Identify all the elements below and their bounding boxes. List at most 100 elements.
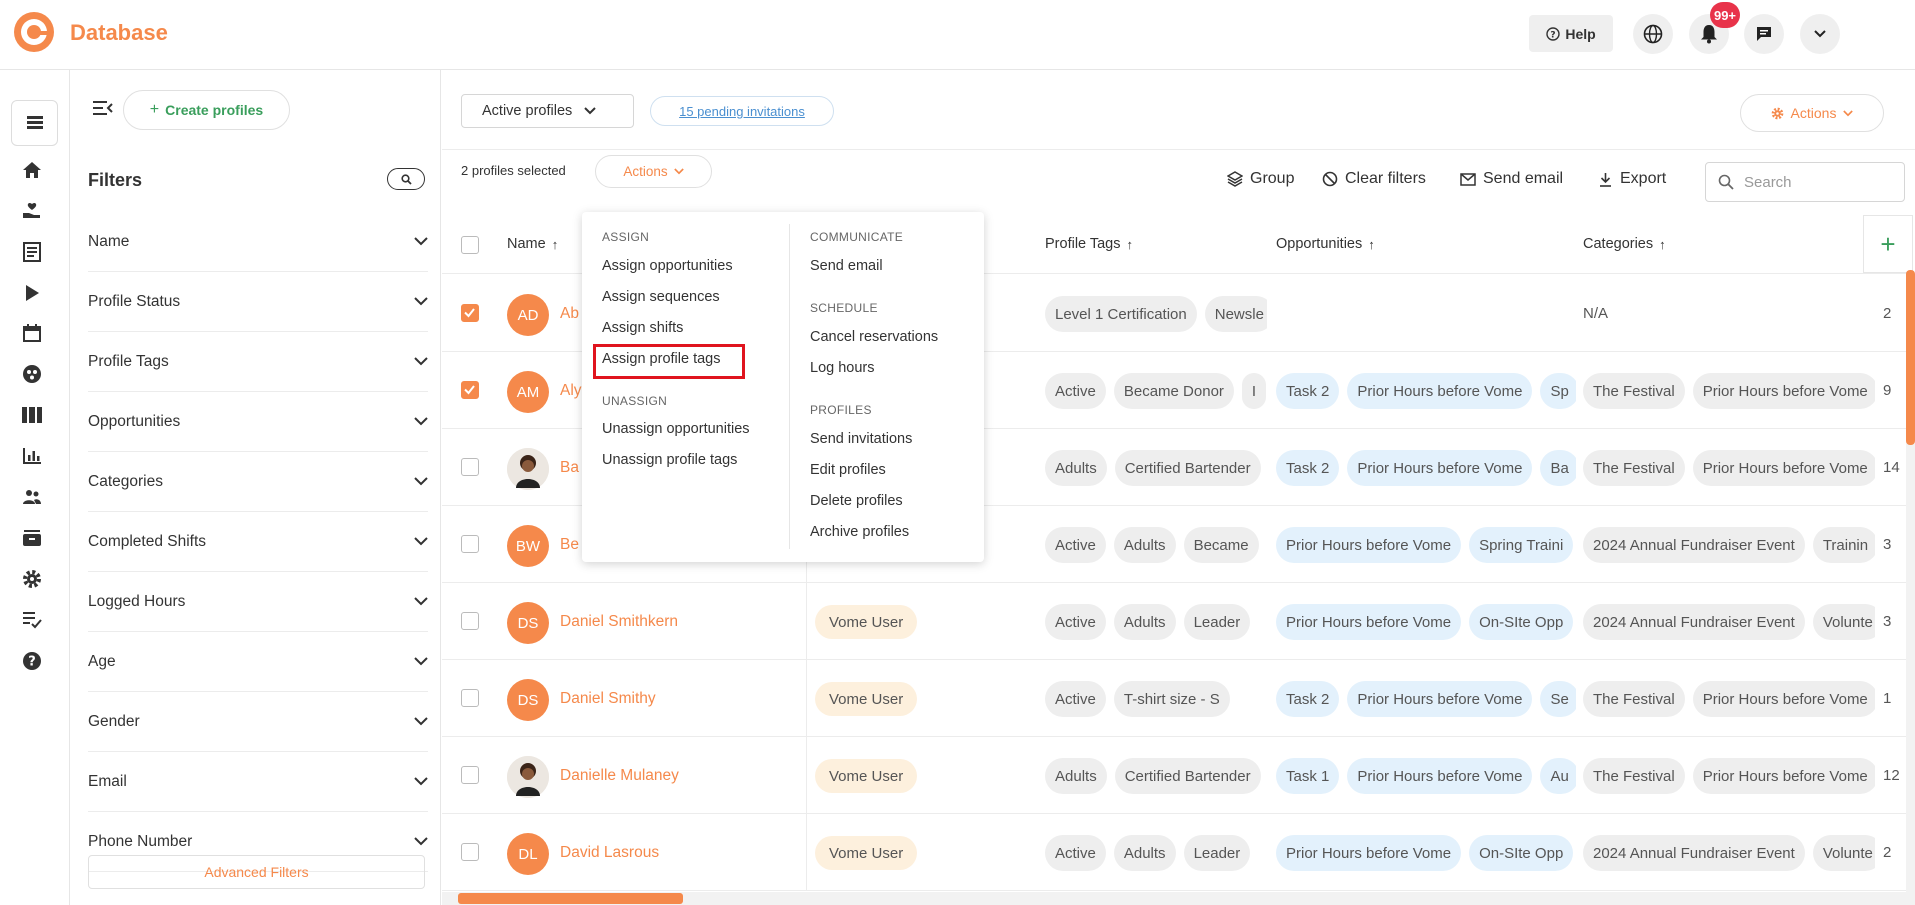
table-row[interactable]: DS Daniel Smithkern Vome User Active Adults L… bbox=[442, 583, 1915, 660]
profile-name-link[interactable]: Ab bbox=[560, 305, 579, 323]
profile-view-select[interactable]: Active profiles bbox=[461, 94, 634, 128]
help-circle-icon[interactable]: ? bbox=[20, 649, 44, 673]
menu-item-unassign-profile-tags[interactable]: Unassign profile tags bbox=[602, 452, 737, 468]
column-profile-tags-header[interactable]: Profile Tags ↑ bbox=[1045, 236, 1133, 252]
avatar[interactable]: BW bbox=[507, 525, 549, 567]
tag-pill: Active bbox=[1045, 604, 1106, 640]
board-icon[interactable] bbox=[20, 403, 44, 427]
export-button[interactable]: Export bbox=[1598, 170, 1666, 188]
hand-heart-icon[interactable] bbox=[20, 199, 44, 223]
filter-search-button[interactable] bbox=[387, 168, 425, 190]
avatar[interactable]: DL bbox=[507, 833, 549, 875]
menu-item-send-invitations[interactable]: Send invitations bbox=[810, 431, 912, 447]
avatar[interactable]: DS bbox=[507, 679, 549, 721]
column-name-header[interactable]: Name ↑ bbox=[507, 236, 558, 252]
profile-tags-cell: Level 1 Certification Newsle bbox=[1045, 296, 1267, 332]
messages-button[interactable] bbox=[1744, 14, 1784, 54]
menu-item-log-hours[interactable]: Log hours bbox=[810, 360, 875, 376]
profile-name-link[interactable]: Daniel Smithy bbox=[560, 690, 656, 708]
filter-age[interactable]: Age bbox=[88, 632, 428, 692]
group-button[interactable]: Group bbox=[1227, 170, 1294, 188]
avatar[interactable]: AD bbox=[507, 294, 549, 336]
reports-chart-icon[interactable] bbox=[20, 444, 44, 468]
filter-logged-hours[interactable]: Logged Hours bbox=[88, 572, 428, 632]
column-categories-header[interactable]: Categories ↑ bbox=[1583, 236, 1666, 252]
horizontal-scrollbar-thumb[interactable] bbox=[458, 893, 683, 904]
home-icon[interactable] bbox=[20, 158, 44, 182]
bulk-actions-button[interactable]: Actions bbox=[595, 155, 712, 188]
search-input[interactable]: Search bbox=[1705, 162, 1905, 202]
archive-box-icon[interactable] bbox=[20, 526, 44, 550]
logo-icon[interactable] bbox=[13, 11, 55, 53]
row-checkbox[interactable] bbox=[461, 458, 479, 476]
language-button[interactable] bbox=[1633, 14, 1673, 54]
table-row[interactable]: DL David Lasrous Vome User Active Adults Lead… bbox=[442, 814, 1915, 891]
profile-name-link[interactable]: Aly bbox=[560, 382, 582, 400]
avatar[interactable] bbox=[507, 448, 549, 490]
opportunity-pill: Task 2 bbox=[1276, 450, 1340, 486]
row-checkbox[interactable] bbox=[461, 843, 479, 861]
document-list-icon[interactable] bbox=[20, 240, 44, 264]
tag-pill: Active bbox=[1045, 681, 1106, 717]
vertical-scrollbar-thumb[interactable] bbox=[1906, 270, 1915, 445]
profile-name-link[interactable]: David Lasrous bbox=[560, 844, 659, 862]
profile-name-link[interactable]: Daniel Smithkern bbox=[560, 613, 678, 631]
profile-name-link[interactable]: Be bbox=[560, 536, 579, 554]
row-checkbox[interactable] bbox=[461, 381, 479, 399]
filter-profile-status[interactable]: Profile Status bbox=[88, 272, 428, 332]
table-row[interactable]: Danielle Mulaney Vome User Adults Certified… bbox=[442, 737, 1915, 814]
menu-item-assign-shifts[interactable]: Assign shifts bbox=[602, 320, 683, 336]
menu-item-archive-profiles[interactable]: Archive profiles bbox=[810, 524, 909, 540]
filter-completed-shifts[interactable]: Completed Shifts bbox=[88, 512, 428, 572]
filter-name[interactable]: Name bbox=[88, 212, 428, 272]
filter-categories[interactable]: Categories bbox=[88, 452, 428, 512]
filter-email[interactable]: Email bbox=[88, 752, 428, 812]
avatar[interactable]: AM bbox=[507, 371, 549, 413]
filter-gender[interactable]: Gender bbox=[88, 692, 428, 752]
tag-pill: Leader bbox=[1183, 604, 1251, 640]
row-checkbox[interactable] bbox=[461, 766, 479, 784]
opportunity-pill: On-SIte Opp bbox=[1469, 835, 1574, 871]
menu-item-cancel-reservations[interactable]: Cancel reservations bbox=[810, 329, 938, 345]
table-row[interactable]: DS Daniel Smithy Vome User Active T-shirt si… bbox=[442, 660, 1915, 737]
advanced-filters-button[interactable]: Advanced Filters bbox=[88, 855, 425, 889]
menu-item-delete-profiles[interactable]: Delete profiles bbox=[810, 493, 903, 509]
community-icon[interactable] bbox=[20, 362, 44, 386]
calendar-icon[interactable] bbox=[20, 321, 44, 345]
pending-invitations-link[interactable]: 15 pending invitations bbox=[650, 96, 834, 126]
profile-name-link[interactable]: Ba bbox=[560, 459, 579, 477]
categories-cell: The Festival Prior Hours before Vome bbox=[1583, 450, 1875, 486]
avatar[interactable]: DS bbox=[507, 602, 549, 644]
checklist-icon[interactable] bbox=[20, 608, 44, 632]
opportunity-pill: Ba bbox=[1540, 450, 1576, 486]
filter-opportunities[interactable]: Opportunities bbox=[88, 392, 428, 452]
categories-cell: N/A bbox=[1583, 296, 1875, 332]
row-checkbox[interactable] bbox=[461, 304, 479, 322]
clear-filters-button[interactable]: Clear filters bbox=[1322, 170, 1426, 188]
page-actions-button[interactable]: Actions bbox=[1740, 94, 1884, 132]
create-profiles-button[interactable]: + Create profiles bbox=[123, 90, 290, 130]
avatar[interactable] bbox=[507, 756, 549, 798]
filter-profile-tags[interactable]: Profile Tags bbox=[88, 332, 428, 392]
add-column-button[interactable]: + bbox=[1863, 215, 1913, 273]
profile-tags-cell: Active Adults Became bbox=[1045, 527, 1267, 563]
row-checkbox[interactable] bbox=[461, 689, 479, 707]
help-button[interactable]: ? Help bbox=[1529, 15, 1613, 52]
menu-item-send-email[interactable]: Send email bbox=[810, 258, 883, 274]
profile-name-link[interactable]: Danielle Mulaney bbox=[560, 767, 679, 785]
menu-item-assign-sequences[interactable]: Assign sequences bbox=[602, 289, 720, 305]
row-checkbox[interactable] bbox=[461, 612, 479, 630]
column-opportunities-header[interactable]: Opportunities ↑ bbox=[1276, 236, 1375, 252]
select-all-checkbox[interactable] bbox=[461, 236, 479, 254]
rail-database-item[interactable] bbox=[11, 100, 58, 146]
menu-item-unassign-opportunities[interactable]: Unassign opportunities bbox=[602, 421, 750, 437]
menu-item-assign-opportunities[interactable]: Assign opportunities bbox=[602, 258, 733, 274]
send-email-button[interactable]: Send email bbox=[1460, 170, 1563, 188]
people-icon[interactable] bbox=[20, 485, 44, 509]
account-menu-button[interactable] bbox=[1800, 14, 1840, 54]
play-icon[interactable] bbox=[20, 281, 44, 305]
menu-item-edit-profiles[interactable]: Edit profiles bbox=[810, 462, 886, 478]
collapse-sidebar-icon[interactable] bbox=[93, 100, 113, 121]
row-checkbox[interactable] bbox=[461, 535, 479, 553]
gear-icon[interactable] bbox=[20, 567, 44, 591]
